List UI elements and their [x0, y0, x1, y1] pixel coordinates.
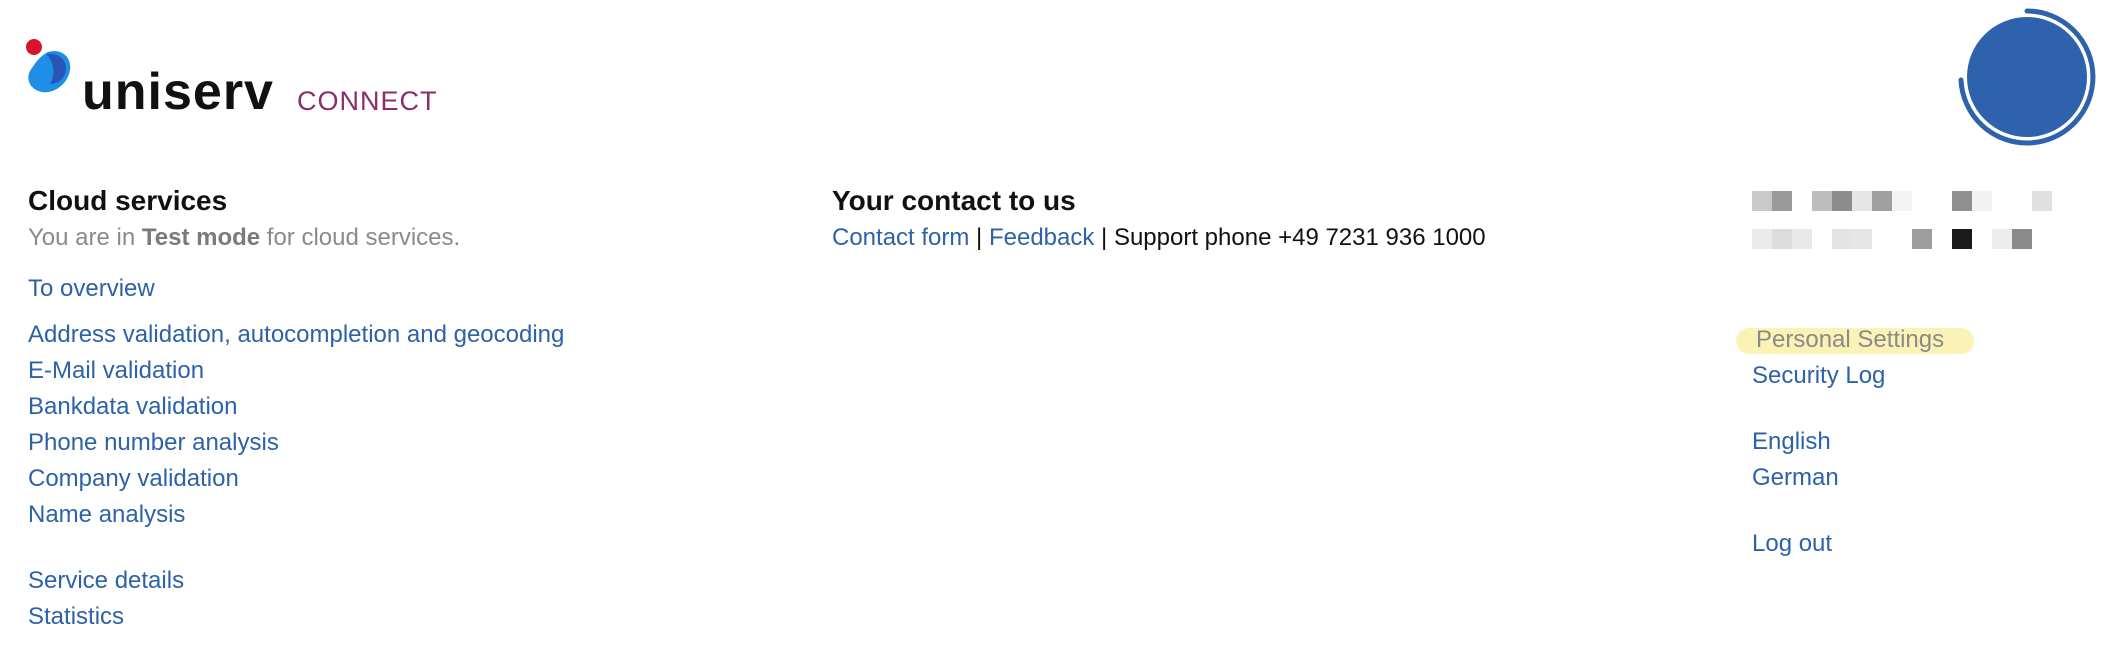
- mode-prefix: You are in: [28, 224, 142, 251]
- service-link-name[interactable]: Name analysis: [28, 497, 728, 533]
- brand-name: uniserv: [82, 63, 274, 121]
- service-details-link[interactable]: Service details: [28, 563, 728, 599]
- contact-form-link[interactable]: Contact form: [832, 224, 969, 251]
- mode-suffix: for cloud services.: [260, 224, 461, 251]
- uniserv-connect-logo[interactable]: uniserv CONNECT: [26, 38, 446, 120]
- statistics-link[interactable]: Statistics: [28, 599, 728, 635]
- separator: |: [969, 224, 989, 251]
- redacted-row: [1752, 191, 2092, 211]
- redacted-row: [1752, 229, 2092, 249]
- language-list: English German: [1752, 424, 1948, 496]
- personal-settings-link[interactable]: Personal Settings: [1735, 322, 1975, 358]
- brand-subtitle: CONNECT: [297, 86, 438, 116]
- service-list: Address validation, autocompletion and g…: [28, 317, 728, 533]
- cloud-services-heading: Cloud services: [28, 185, 228, 216]
- service-link-address[interactable]: Address validation, autocompletion and g…: [28, 317, 728, 353]
- mode-name: Test mode: [141, 224, 261, 251]
- language-german-link[interactable]: German: [1752, 460, 1948, 496]
- details-list: Service details Statistics: [28, 563, 728, 635]
- support-phone: | Support phone +49 7231 936 1000: [1094, 224, 1486, 251]
- service-link-bankdata[interactable]: Bankdata validation: [28, 389, 728, 425]
- service-link-company[interactable]: Company validation: [28, 461, 728, 497]
- contact-line: Contact form | Feedback | Support phone …: [832, 221, 1632, 255]
- security-log-link[interactable]: Security Log: [1752, 358, 1948, 394]
- logout-link[interactable]: Log out: [1752, 526, 1948, 562]
- to-overview-link[interactable]: To overview: [28, 271, 728, 307]
- mode-status: You are in Test mode for cloud services.: [28, 221, 728, 255]
- contact-heading: Your contact to us: [832, 185, 1076, 216]
- service-link-email[interactable]: E-Mail validation: [28, 353, 728, 389]
- feedback-link[interactable]: Feedback: [989, 224, 1094, 251]
- user-menu: Personal Settings Security Log English G…: [1735, 322, 1975, 562]
- contact-section: Your contact to us Contact form | Feedba…: [832, 183, 1632, 255]
- user-avatar[interactable]: [1958, 8, 2096, 146]
- language-english-link[interactable]: English: [1752, 424, 1948, 460]
- service-link-phone[interactable]: Phone number analysis: [28, 425, 728, 461]
- logo-mark-icon: [26, 39, 71, 93]
- user-info-redacted: [1752, 183, 2092, 259]
- cloud-services-section: Cloud services You are in Test mode for …: [28, 183, 728, 635]
